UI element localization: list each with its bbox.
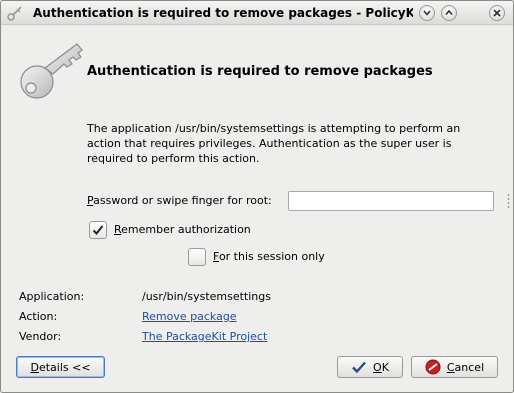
cancel-icon	[425, 359, 441, 375]
close-button[interactable]	[489, 5, 505, 21]
ok-button[interactable]: OK	[337, 356, 403, 378]
dialog-heading: Authentication is required to remove pac…	[87, 64, 433, 79]
action-label: Action:	[19, 310, 58, 323]
checkmark-icon	[92, 225, 104, 235]
description-text: The application /usr/bin/systemsettings …	[87, 122, 461, 165]
remember-label[interactable]: Remember authorization	[114, 223, 251, 236]
resize-grip[interactable]	[507, 193, 510, 209]
checkmark-icon	[352, 361, 366, 373]
chevron-down-icon	[423, 10, 431, 16]
maximize-button[interactable]	[441, 5, 457, 21]
vendor-label: Vendor:	[19, 330, 62, 343]
action-link[interactable]: Remove package	[142, 310, 237, 323]
password-input[interactable]	[288, 191, 494, 211]
session-only-label[interactable]: For this session only	[213, 250, 325, 263]
application-label: Application:	[19, 290, 85, 303]
cancel-button[interactable]: Cancel	[411, 356, 498, 378]
vendor-link[interactable]: The PackageKit Project	[142, 330, 267, 343]
minimize-button[interactable]	[419, 5, 435, 21]
chevron-up-icon	[445, 9, 453, 16]
application-value: /usr/bin/systemsettings	[142, 290, 271, 303]
remember-checkbox[interactable]	[89, 221, 107, 239]
auth-dialog-window: Authentication is required to remove pac…	[0, 0, 514, 393]
password-label: Password or swipe finger for root:	[87, 194, 272, 207]
title-bar[interactable]: Authentication is required to remove pac…	[1, 1, 513, 25]
details-button[interactable]: Details <<	[16, 356, 105, 378]
key-icon	[20, 43, 83, 99]
key-small-icon	[7, 6, 22, 21]
window-title: Authentication is required to remove pac…	[33, 6, 413, 20]
session-only-checkbox[interactable]	[188, 248, 206, 266]
close-icon	[493, 9, 501, 17]
